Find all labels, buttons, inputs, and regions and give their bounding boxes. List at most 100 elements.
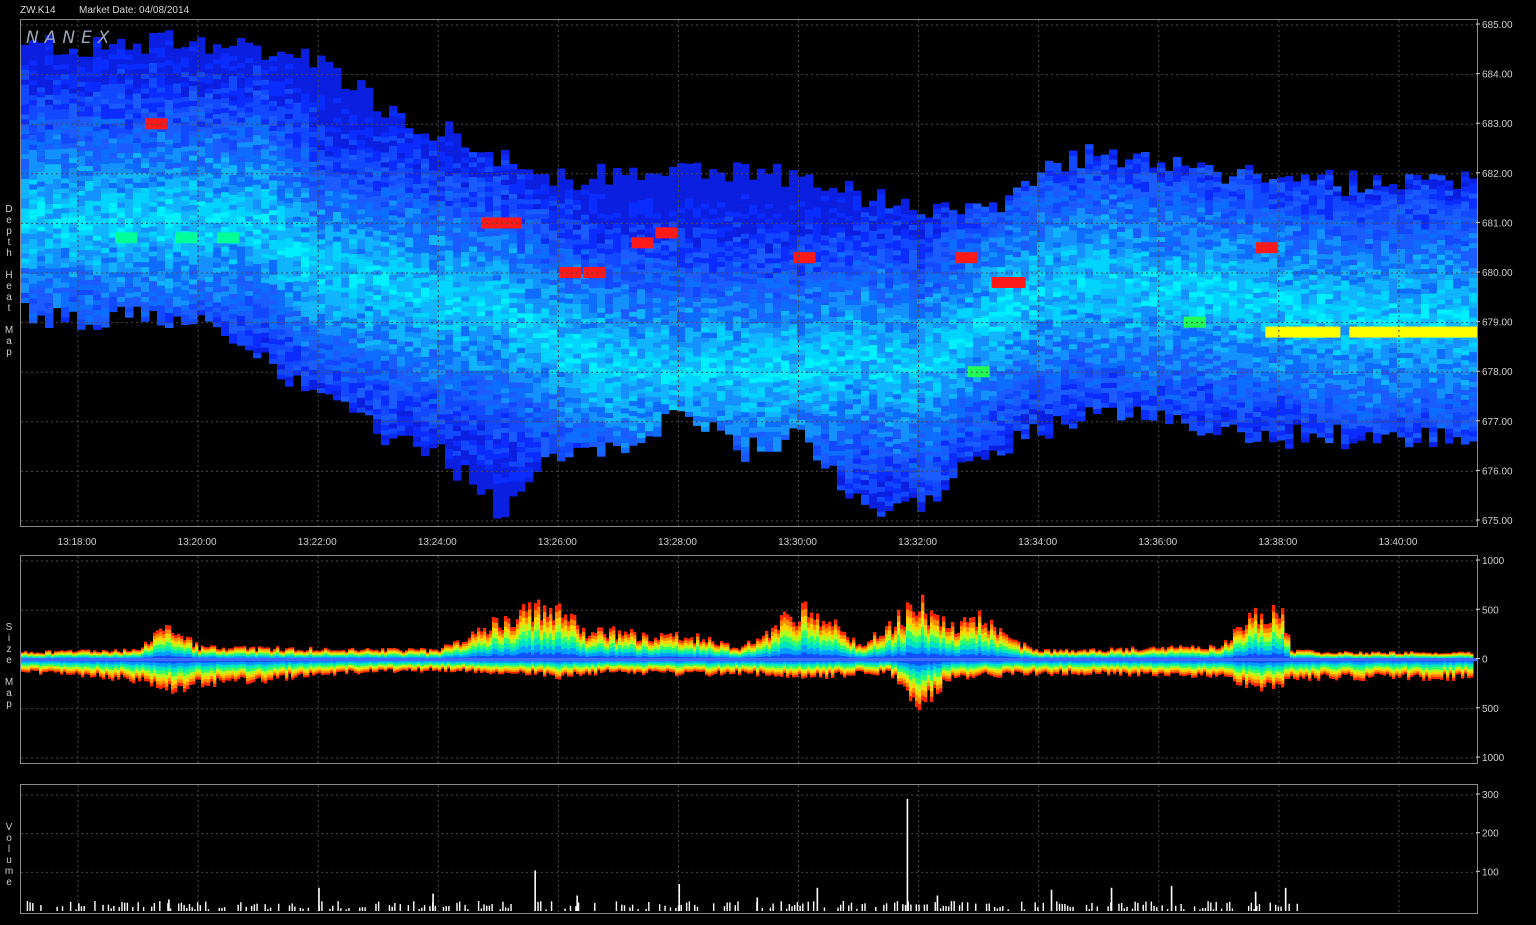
heat-cell <box>277 56 286 62</box>
heat-cell <box>333 112 342 118</box>
heat-cell <box>421 396 430 402</box>
heat-cell <box>253 343 262 349</box>
heat-cell <box>141 148 150 154</box>
heat-cell <box>277 190 286 196</box>
heat-cell <box>189 125 198 131</box>
heat-cell <box>253 224 262 230</box>
heat-cell <box>381 410 390 416</box>
heat-cell <box>325 314 334 320</box>
heat-cell <box>613 287 622 293</box>
heat-cell <box>53 283 62 289</box>
heat-cell <box>541 303 550 309</box>
heat-cell <box>381 256 390 262</box>
heat-cell <box>597 377 606 383</box>
heat-cell <box>333 152 342 158</box>
heat-cell <box>629 311 638 317</box>
heat-cell <box>45 129 54 135</box>
heat-cell <box>533 223 542 229</box>
heat-cell <box>613 351 622 357</box>
heat-cell <box>493 354 502 360</box>
heat-cell <box>381 311 390 317</box>
heat-cell <box>581 442 590 448</box>
heat-cell <box>261 327 270 333</box>
heat-cell <box>325 180 334 187</box>
heat-cell <box>61 302 70 308</box>
heat-cell <box>453 247 462 253</box>
heat-cell <box>397 430 406 436</box>
heat-cell <box>285 68 294 75</box>
heat-cell <box>381 266 390 272</box>
heat-cell <box>61 59 70 65</box>
heat-cell <box>245 340 254 346</box>
heat-cell <box>365 400 374 406</box>
heat-cell <box>597 173 606 179</box>
heat-cell <box>141 232 150 238</box>
heat-cell <box>421 198 430 204</box>
heat-cell <box>597 163 606 169</box>
heat-cell <box>357 402 366 408</box>
heat-cell <box>261 84 270 90</box>
heat-cell <box>485 469 494 475</box>
heat-cell <box>605 432 614 438</box>
heat-cell <box>589 322 598 328</box>
heat-cell <box>629 415 638 421</box>
heat-cell <box>397 212 406 218</box>
heat-cell <box>653 173 662 179</box>
heat-cell <box>253 159 262 165</box>
heat-cell <box>421 292 430 298</box>
heat-cell <box>85 165 94 171</box>
heat-cell <box>61 297 70 303</box>
heat-cell <box>509 357 518 363</box>
heat-cell <box>261 59 270 65</box>
heat-cell <box>469 206 478 212</box>
heat-cell <box>141 103 150 109</box>
heat-cell <box>421 158 430 164</box>
heat-cell <box>101 158 110 164</box>
heat-cell <box>117 262 126 268</box>
heat-cell <box>429 229 438 236</box>
heat-cell <box>365 177 374 183</box>
heat-cell <box>125 163 134 169</box>
heat-cell <box>445 180 454 187</box>
heat-cell <box>477 435 486 441</box>
heat-cell <box>285 63 294 70</box>
heat-cell <box>485 310 494 316</box>
heat-cell <box>413 243 422 249</box>
heat-cell <box>629 341 638 347</box>
heat-cell <box>229 303 238 309</box>
heat-cell <box>205 177 214 183</box>
heat-cell <box>133 291 142 297</box>
heat-cell <box>389 334 398 340</box>
heat-cell <box>29 144 38 150</box>
heat-cell <box>21 228 30 234</box>
heat-cell <box>573 368 582 374</box>
heat-cell <box>21 268 30 274</box>
heat-cell <box>669 211 678 217</box>
heat-cell <box>645 292 654 298</box>
heat-cell <box>461 435 470 441</box>
heat-cell <box>413 441 422 447</box>
heat-cell <box>157 32 166 38</box>
heat-cell <box>389 135 398 141</box>
heat-cell <box>485 211 494 217</box>
heat-cell <box>461 226 470 233</box>
heat-cell <box>461 271 470 277</box>
heat-cell <box>637 383 646 389</box>
heat-cell <box>445 359 454 365</box>
heat-cell <box>173 58 182 64</box>
heat-cell <box>541 322 550 329</box>
heat-cell <box>669 310 678 316</box>
heat-cell <box>461 296 470 302</box>
heat-cell <box>453 217 462 223</box>
heat-cell <box>269 269 278 275</box>
heat-cell <box>445 379 454 385</box>
heat-cell <box>429 413 438 419</box>
heat-cell <box>533 253 542 259</box>
heat-cell <box>349 110 358 116</box>
heat-cell <box>69 103 78 109</box>
heat-cell <box>509 233 518 239</box>
heat-cell <box>221 187 230 193</box>
heat-cell <box>397 207 406 213</box>
heat-cell <box>493 453 502 459</box>
heat-cell <box>69 88 78 94</box>
